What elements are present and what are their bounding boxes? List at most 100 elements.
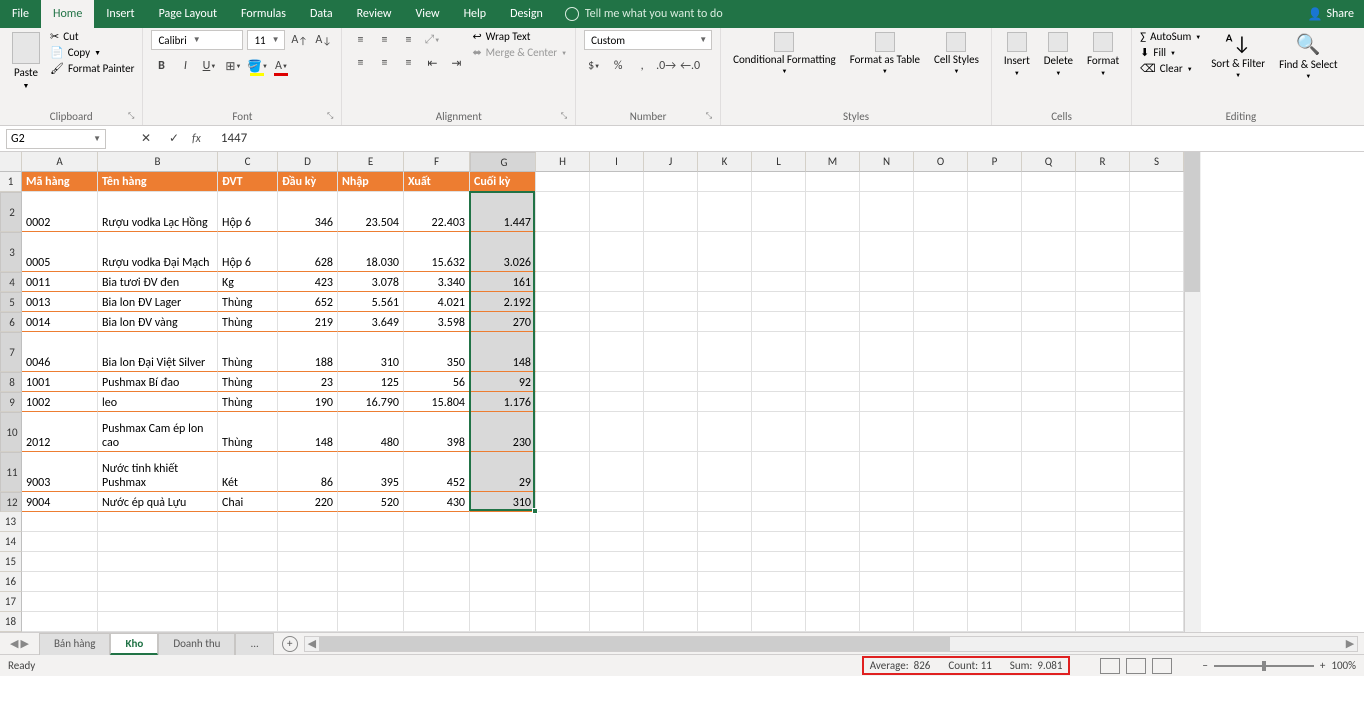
- tab-file[interactable]: File: [0, 0, 41, 28]
- row-header-6[interactable]: 6: [0, 312, 22, 332]
- cell-A12[interactable]: 9004: [22, 492, 98, 512]
- cell-J16[interactable]: [644, 572, 698, 592]
- cell-H3[interactable]: [536, 232, 590, 272]
- col-header-N[interactable]: N: [860, 152, 914, 172]
- cell-F7[interactable]: 350: [404, 332, 470, 372]
- cell-E1[interactable]: Nhập: [338, 172, 404, 192]
- cell-B7[interactable]: Bia lon Đại Việt Silver: [98, 332, 218, 372]
- row-header-1[interactable]: 1: [0, 172, 22, 192]
- col-header-G[interactable]: G: [470, 152, 536, 172]
- cell-R10[interactable]: [1076, 412, 1130, 452]
- cell-F17[interactable]: [404, 592, 470, 612]
- cell-S6[interactable]: [1130, 312, 1184, 332]
- cell-D12[interactable]: 220: [278, 492, 338, 512]
- alignment-launcher[interactable]: ⤡: [561, 111, 567, 121]
- cell-N18[interactable]: [860, 612, 914, 632]
- cell-L18[interactable]: [752, 612, 806, 632]
- cell-Q2[interactable]: [1022, 192, 1076, 232]
- cell-L10[interactable]: [752, 412, 806, 452]
- cell-N6[interactable]: [860, 312, 914, 332]
- cell-N3[interactable]: [860, 232, 914, 272]
- cell-G12[interactable]: 310: [470, 492, 536, 512]
- row-header-2[interactable]: 2: [0, 192, 22, 232]
- cell-C4[interactable]: Kg: [218, 272, 278, 292]
- cell-K7[interactable]: [698, 332, 752, 372]
- sheet-nav-next[interactable]: ▶: [20, 637, 28, 650]
- cell-R14[interactable]: [1076, 532, 1130, 552]
- col-header-D[interactable]: D: [278, 152, 338, 172]
- decrease-font-button[interactable]: A↓: [313, 30, 333, 50]
- cell-P10[interactable]: [968, 412, 1022, 452]
- insert-cells-button[interactable]: Insert▼: [1000, 30, 1034, 79]
- cell-R7[interactable]: [1076, 332, 1130, 372]
- row-header-8[interactable]: 8: [0, 372, 22, 392]
- delete-cells-button[interactable]: Delete▼: [1040, 30, 1077, 79]
- cell-K14[interactable]: [698, 532, 752, 552]
- cell-N4[interactable]: [860, 272, 914, 292]
- cell-K10[interactable]: [698, 412, 752, 452]
- enter-formula-button[interactable]: ✓: [164, 129, 184, 149]
- align-center-button[interactable]: ≡: [374, 53, 394, 73]
- cell-B16[interactable]: [98, 572, 218, 592]
- cell-L9[interactable]: [752, 392, 806, 412]
- cell-L15[interactable]: [752, 552, 806, 572]
- cell-R9[interactable]: [1076, 392, 1130, 412]
- align-left-button[interactable]: ≡: [350, 53, 370, 73]
- cell-C16[interactable]: [218, 572, 278, 592]
- cell-R18[interactable]: [1076, 612, 1130, 632]
- cell-N14[interactable]: [860, 532, 914, 552]
- cell-N15[interactable]: [860, 552, 914, 572]
- cell-G3[interactable]: 3.026: [470, 232, 536, 272]
- col-header-F[interactable]: F: [404, 152, 470, 172]
- cell-Q9[interactable]: [1022, 392, 1076, 412]
- select-all-corner[interactable]: [0, 152, 22, 172]
- cell-C12[interactable]: Chai: [218, 492, 278, 512]
- cell-Q13[interactable]: [1022, 512, 1076, 532]
- cell-Q4[interactable]: [1022, 272, 1076, 292]
- cell-P6[interactable]: [968, 312, 1022, 332]
- cell-G9[interactable]: 1.176: [470, 392, 536, 412]
- tab-view[interactable]: View: [404, 0, 452, 28]
- cell-M2[interactable]: [806, 192, 860, 232]
- cell-D16[interactable]: [278, 572, 338, 592]
- sort-filter-button[interactable]: ᴬ↓Sort & Filter▼: [1207, 30, 1269, 81]
- cell-M8[interactable]: [806, 372, 860, 392]
- cell-L5[interactable]: [752, 292, 806, 312]
- cell-K3[interactable]: [698, 232, 752, 272]
- cell-O6[interactable]: [914, 312, 968, 332]
- clear-button[interactable]: ⌫ Clear ▼: [1140, 62, 1201, 75]
- cell-A5[interactable]: 0013: [22, 292, 98, 312]
- cell-L4[interactable]: [752, 272, 806, 292]
- cell-G8[interactable]: 92: [470, 372, 536, 392]
- cell-N10[interactable]: [860, 412, 914, 452]
- col-header-I[interactable]: I: [590, 152, 644, 172]
- cell-B11[interactable]: Nước tinh khiết Pushmax: [98, 452, 218, 492]
- cell-P5[interactable]: [968, 292, 1022, 312]
- cell-D1[interactable]: Đầu kỳ: [278, 172, 338, 192]
- cell-H11[interactable]: [536, 452, 590, 492]
- cell-N17[interactable]: [860, 592, 914, 612]
- zoom-out-button[interactable]: −: [1202, 659, 1207, 672]
- format-cells-button[interactable]: Format▼: [1083, 30, 1123, 79]
- col-header-K[interactable]: K: [698, 152, 752, 172]
- cell-E8[interactable]: 125: [338, 372, 404, 392]
- scroll-right-icon[interactable]: ▶: [1343, 637, 1357, 650]
- cell-I6[interactable]: [590, 312, 644, 332]
- cell-B15[interactable]: [98, 552, 218, 572]
- cell-S5[interactable]: [1130, 292, 1184, 312]
- cell-G14[interactable]: [470, 532, 536, 552]
- cell-E6[interactable]: 3.649: [338, 312, 404, 332]
- cell-S17[interactable]: [1130, 592, 1184, 612]
- cell-C8[interactable]: Thùng: [218, 372, 278, 392]
- cell-L12[interactable]: [752, 492, 806, 512]
- cell-P4[interactable]: [968, 272, 1022, 292]
- cell-A6[interactable]: 0014: [22, 312, 98, 332]
- cell-A8[interactable]: 1001: [22, 372, 98, 392]
- cell-J10[interactable]: [644, 412, 698, 452]
- row-header-10[interactable]: 10: [0, 412, 22, 452]
- col-header-B[interactable]: B: [98, 152, 218, 172]
- cell-B4[interactable]: Bia tươi ĐV đen: [98, 272, 218, 292]
- inc-decimal-button[interactable]: .0→: [656, 56, 676, 76]
- cell-B6[interactable]: Bia lon ĐV vàng: [98, 312, 218, 332]
- cell-O13[interactable]: [914, 512, 968, 532]
